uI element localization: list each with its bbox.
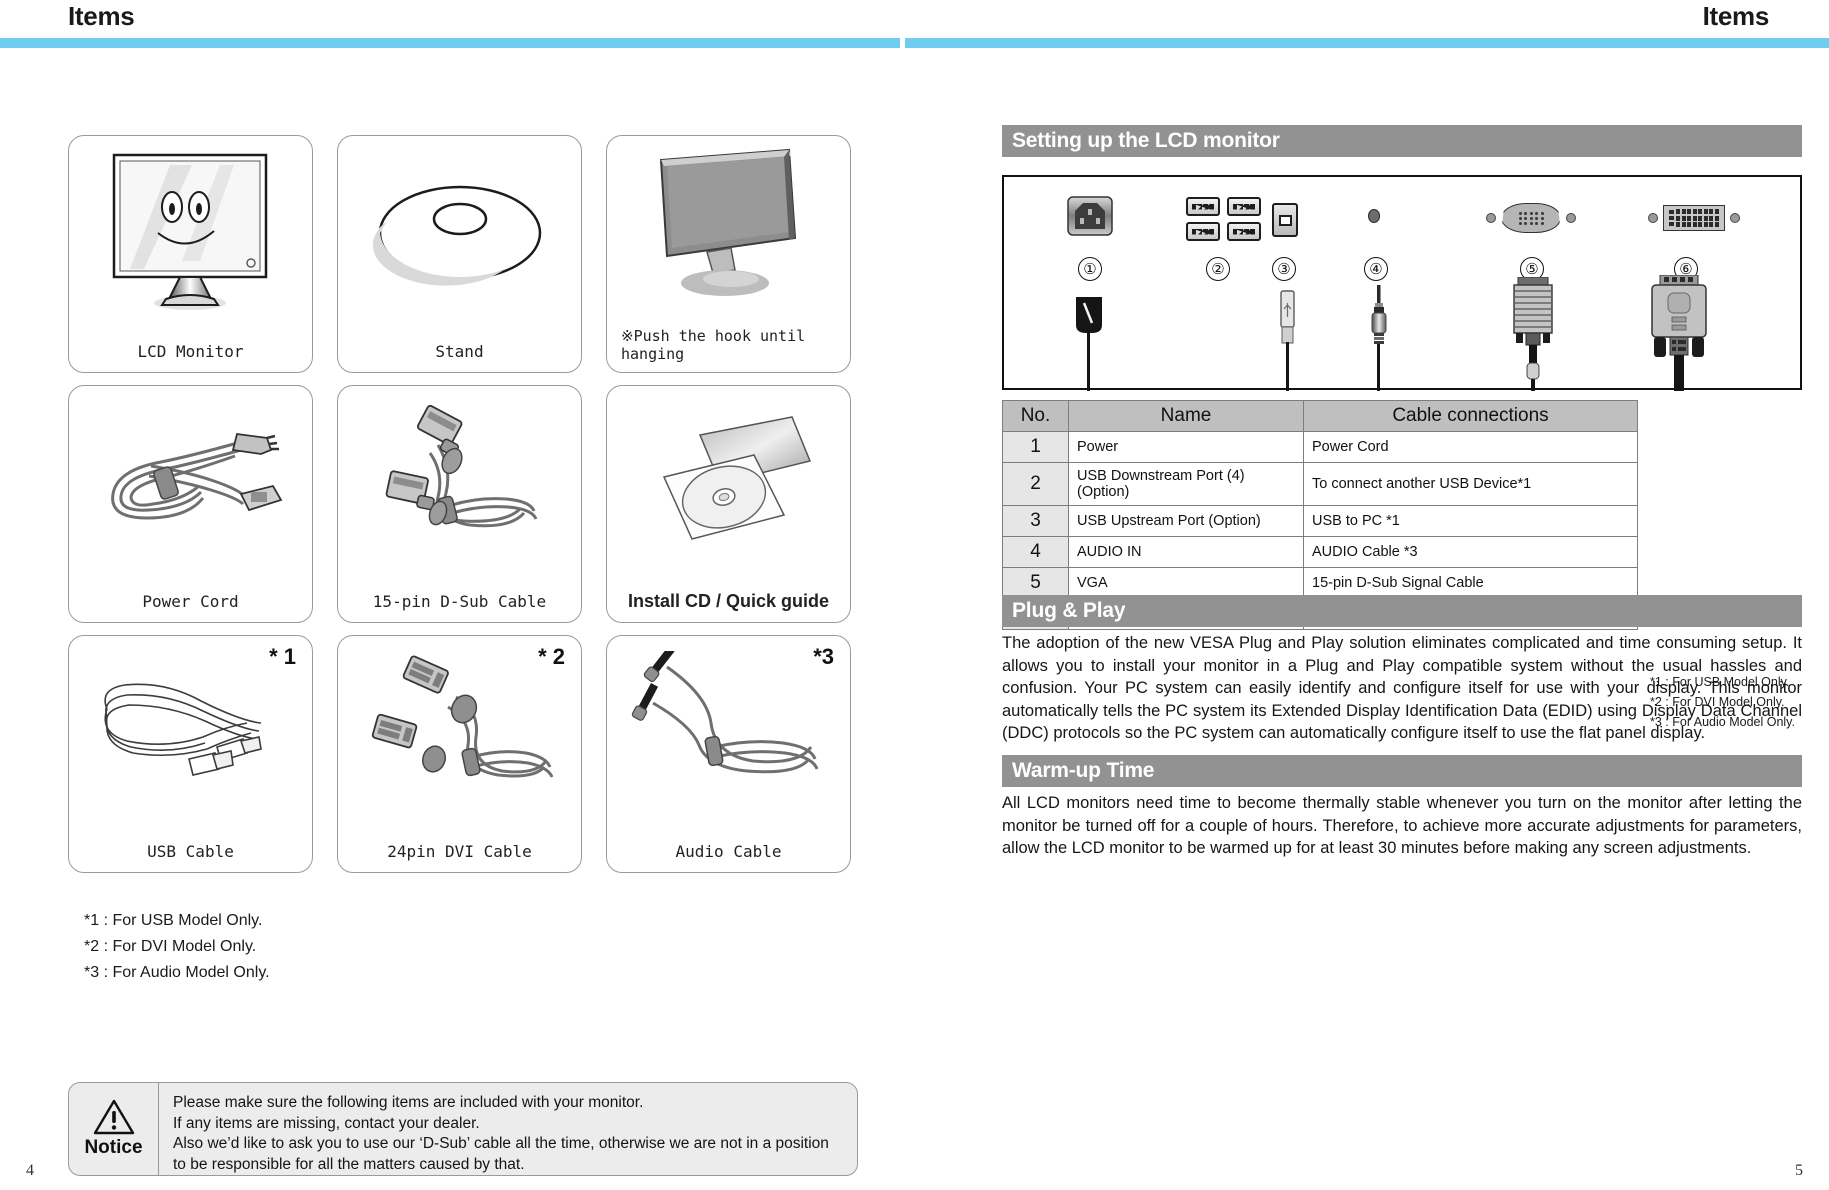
usb-cable-icon (69, 642, 312, 820)
dsub-cable-icon (338, 392, 581, 570)
notice-icon-block: Notice (69, 1083, 159, 1175)
section-header-setup: Setting up the LCD monitor (1002, 125, 1802, 157)
item-label: Install CD / Quick guide (627, 590, 830, 611)
item-label: Power Cord (142, 592, 239, 611)
dvi-plug-icon (1644, 274, 1714, 396)
item-card-audio-cable: *3 Audio Cable (606, 635, 851, 873)
audio-cable-icon (607, 642, 850, 820)
table-col-no: No. (1002, 400, 1069, 432)
cell-name: AUDIO IN (1068, 536, 1304, 568)
cell-name: VGA (1068, 567, 1304, 599)
item-card-push-hook: ※Push the hook until hanging (606, 135, 851, 373)
power-inlet-port-icon (1066, 195, 1114, 242)
footnote-audio: *3 : For Audio Model Only. (84, 963, 270, 981)
lcd-monitor-icon (69, 142, 312, 320)
callout-number-3: ③ (1272, 257, 1296, 281)
usb-upstream-port-icon (1272, 203, 1298, 237)
item-label: USB Cable (147, 842, 234, 861)
table-header-row: No. Name Cable connections (1002, 400, 1638, 432)
page-number-right: 5 (1795, 1162, 1803, 1179)
power-cord-plug-icon (1072, 295, 1108, 396)
item-label: Stand (435, 342, 484, 361)
usb-downstream-ports-icon (1186, 197, 1265, 244)
item-card-power-cord: Power Cord (68, 385, 313, 623)
section-header-warmup: Warm-up Time (1002, 755, 1802, 787)
dvi-cable-icon (338, 642, 581, 820)
item-label: 24pin DVI Cable (387, 842, 532, 861)
item-label: ※Push the hook until hanging (621, 326, 806, 364)
cell-name: USB Upstream Port (Option) (1068, 505, 1304, 537)
plug-play-paragraph: The adoption of the new VESA Plug and Pl… (1002, 634, 1802, 743)
page-title-right: Items (1702, 1, 1770, 31)
table-row: 5 VGA 15-pin D-Sub Signal Cable (1002, 567, 1638, 599)
install-cd-icon (607, 392, 850, 570)
warmup-paragraph: All LCD monitors need time to become the… (1002, 794, 1802, 858)
cell-cable: Power Cord (1303, 431, 1638, 463)
page-title-left: Items (68, 1, 135, 31)
item-card-lcd-monitor: LCD Monitor (68, 135, 313, 373)
cell-no: 1 (1002, 431, 1069, 463)
table-row: 1 Power Power Cord (1002, 431, 1638, 463)
cell-name: Power (1068, 431, 1304, 463)
cell-no: 5 (1002, 567, 1069, 599)
page-number-left: 4 (26, 1162, 34, 1179)
notice-line-3: Also we’d like to ask you to use our ‘D-… (173, 1135, 829, 1173)
section-header-plug-play: Plug & Play (1002, 595, 1802, 627)
warning-triangle-icon (93, 1099, 135, 1135)
manual-spread: Items Items LCD Monitor Stand ※Push the … (0, 0, 1829, 1190)
right-page: Setting up the LCD monitor ① ② ③ ④ ⑤ ⑥ N… (905, 60, 1829, 1190)
notice-line-2: If any items are missing, contact your d… (173, 1114, 480, 1132)
item-label: Audio Cable (675, 842, 782, 861)
audio-in-jack-icon (1368, 209, 1380, 223)
cell-cable: To connect another USB Device*1 (1303, 462, 1638, 506)
item-card-dvi-cable: * 2 24pin DVI Cable (337, 635, 582, 873)
table-row: 4 AUDIO IN AUDIO Cable *3 (1002, 536, 1638, 568)
cell-cable: 15-pin D-Sub Signal Cable (1303, 567, 1638, 599)
vga-port-icon (1486, 203, 1576, 233)
item-label: LCD Monitor (137, 342, 244, 361)
callout-number-2: ② (1206, 257, 1230, 281)
footnote-usb: *1 : For USB Model Only. (84, 912, 263, 929)
cell-cable: USB to PC *1 (1303, 505, 1638, 537)
item-label: 15-pin D-Sub Cable (372, 592, 547, 611)
connector-panel-diagram: ① ② ③ ④ ⑤ ⑥ (1002, 175, 1802, 391)
table-row: 3 USB Upstream Port (Option) USB to PC *… (1002, 505, 1638, 537)
table-col-name: Name (1068, 400, 1304, 432)
item-card-dsub-cable: 15-pin D-Sub Cable (337, 385, 582, 623)
callout-number-1: ① (1078, 257, 1102, 281)
items-grid: LCD Monitor Stand ※Push the hook until h… (68, 135, 858, 873)
cell-cable: AUDIO Cable *3 (1303, 536, 1638, 568)
notice-box-left: Notice Please make sure the following it… (68, 1082, 858, 1176)
cell-no: 2 (1002, 462, 1069, 506)
dvi-port-icon (1648, 205, 1740, 231)
header-rule-left (0, 38, 900, 48)
stand-disc-icon (338, 142, 581, 320)
callout-number-4: ④ (1364, 257, 1388, 281)
cell-name: USB Downstream Port (4) (Option) (1068, 462, 1304, 506)
footnote-dvi: *2 : For DVI Model Only. (84, 937, 257, 955)
power-cord-icon (69, 392, 312, 570)
cell-no: 3 (1002, 505, 1069, 537)
cell-no: 4 (1002, 536, 1069, 568)
left-page: LCD Monitor Stand ※Push the hook until h… (0, 60, 905, 1190)
notice-line-1: Please make sure the following items are… (173, 1094, 644, 1111)
usb-b-plug-icon (1276, 289, 1300, 396)
item-card-stand: Stand (337, 135, 582, 373)
table-row: 2 USB Downstream Port (4) (Option) To co… (1002, 462, 1638, 506)
notice-label: Notice (84, 1137, 143, 1158)
table-col-cable: Cable connections (1303, 400, 1638, 432)
page-header: Items Items (0, 0, 1829, 48)
vga-plug-icon (1506, 276, 1562, 396)
item-card-install-cd: Install CD / Quick guide (606, 385, 851, 623)
audio-jack-plug-icon (1368, 285, 1390, 396)
notice-text-left: Please make sure the following items are… (159, 1083, 857, 1175)
wall-mount-monitor-icon (607, 142, 850, 310)
header-rule-right (905, 38, 1829, 48)
left-footnotes: *1 : For USB Model Only. *2 : For DVI Mo… (84, 908, 270, 986)
item-card-usb-cable: * 1 USB Cable (68, 635, 313, 873)
